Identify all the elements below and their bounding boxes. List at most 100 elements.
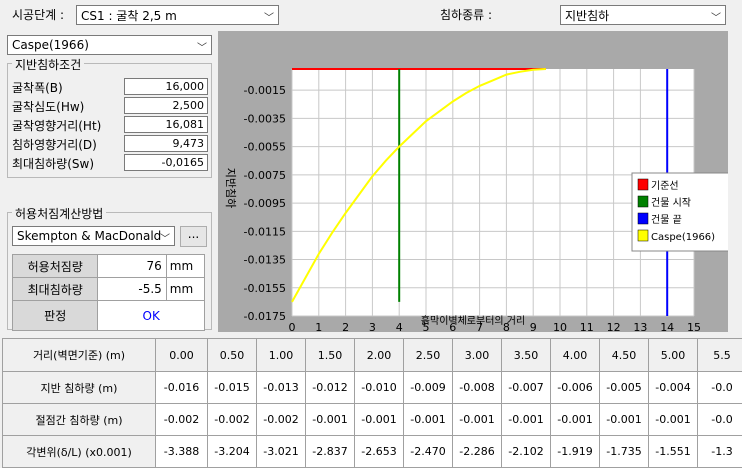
condition-label: 최대침하량(Sw) xyxy=(12,155,94,172)
y-tick-label: -0.0035 xyxy=(244,112,286,125)
allow-unit: mm xyxy=(166,255,204,278)
row-header: 지반 침하량 (m) xyxy=(3,372,156,404)
y-tick-label: -0.0135 xyxy=(244,254,286,267)
table-cell: -0.001 xyxy=(551,404,600,436)
row-header: 절점간 침하량 (m) xyxy=(3,404,156,436)
allowable-method-select[interactable]: Skempton & MacDonald ﹀ xyxy=(12,226,175,246)
table-row: 절점간 침하량 (m) -0.002 -0.002 -0.002 -0.001 … xyxy=(3,404,742,436)
allowable-title: 허용처짐계산방법 xyxy=(12,205,106,222)
chevron-down-icon: ﹀ xyxy=(711,9,721,24)
distance-cell: 4.00 xyxy=(551,339,600,372)
condition-label: 굴착폭(B) xyxy=(12,79,63,96)
table-cell: -0.001 xyxy=(306,404,355,436)
allowable-method-value: Skempton & MacDonald xyxy=(17,229,161,243)
x-tick-label: 0 xyxy=(289,321,296,332)
y-tick-label: -0.0115 xyxy=(244,225,286,238)
table-cell: -0.004 xyxy=(649,372,698,404)
distance-cell: 1.00 xyxy=(257,339,306,372)
table-cell: -0.001 xyxy=(453,404,502,436)
table-cell: -0.016 xyxy=(156,372,208,404)
method-select[interactable]: Caspe(1966) ﹀ xyxy=(7,35,212,55)
settlement-table: 거리(벽면기준) (m) 0.00 0.50 1.00 1.50 2.00 2.… xyxy=(2,338,742,468)
table-row: 지반 침하량 (m) -0.016 -0.015 -0.013 -0.012 -… xyxy=(3,372,742,404)
settle-type-select[interactable]: 지반침하 ﹀ xyxy=(560,5,726,25)
x-tick-label: 11 xyxy=(580,321,594,332)
table-cell: -0.002 xyxy=(208,404,257,436)
distance-cell: 2.00 xyxy=(355,339,404,372)
table-cell: -0.0 xyxy=(698,372,742,404)
table-cell: -0.015 xyxy=(208,372,257,404)
distance-cell: 1.50 xyxy=(306,339,355,372)
y-tick-label: -0.0095 xyxy=(244,197,286,210)
x-tick-label: 2 xyxy=(342,321,349,332)
legend-swatch xyxy=(638,179,648,190)
x-tick-label: 4 xyxy=(396,321,403,332)
settle-type-value: 지반침하 xyxy=(565,7,609,24)
method-select-value: Caspe(1966) xyxy=(12,38,89,52)
condition-value: 16,000 xyxy=(124,78,208,95)
condition-value: 16,081 xyxy=(124,116,208,133)
legend-swatch xyxy=(638,213,648,224)
x-tick-label: 10 xyxy=(553,321,567,332)
chevron-down-icon: ﹀ xyxy=(197,39,207,54)
max-settle-value: -5.5 xyxy=(98,278,166,301)
settlement-chart: -0.0015 -0.0035 -0.0055 -0.0075 -0.0095 -0.01… xyxy=(218,31,728,332)
chevron-down-icon: ﹀ xyxy=(160,230,170,245)
y-tick-label: -0.0175 xyxy=(244,310,286,323)
max-settle-label: 최대침하량 xyxy=(13,278,98,301)
conditions-title: 지반침하조건 xyxy=(12,56,84,73)
x-tick-label: 12 xyxy=(607,321,621,332)
legend-label: Caspe(1966) xyxy=(651,232,715,243)
distance-cell: 5.00 xyxy=(649,339,698,372)
legend: 기준선건물 시작건물 끝Caspe(1966) xyxy=(632,173,728,251)
max-settle-unit: mm xyxy=(166,278,204,301)
allowable-table: 허용처짐량 76 mm 최대침하량 -5.5 mm 판정 OK xyxy=(12,254,205,331)
table-cell: -0.007 xyxy=(502,372,551,404)
table-cell: -0.0 xyxy=(698,404,742,436)
y-tick-label: -0.0055 xyxy=(244,141,286,154)
x-tick-label: 14 xyxy=(660,321,674,332)
table-cell: -0.013 xyxy=(257,372,306,404)
settle-type-label: 침하종류 : xyxy=(440,6,492,23)
condition-value: 2,500 xyxy=(124,97,208,114)
table-cell: -0.001 xyxy=(502,404,551,436)
table-cell: -0.005 xyxy=(600,372,649,404)
distance-cell: 3.50 xyxy=(502,339,551,372)
condition-label: 굴착영향거리(Ht) xyxy=(12,117,101,134)
stage-select-value: CS1 : 굴착 2,5 m xyxy=(81,7,177,24)
table-cell: -0.012 xyxy=(306,372,355,404)
legend-label: 기준선 xyxy=(651,180,679,192)
y-axis-label: 지반침하 xyxy=(224,168,238,208)
stage-label: 시공단계 : xyxy=(12,6,64,23)
stage-select[interactable]: CS1 : 굴착 2,5 m ﹀ xyxy=(76,5,279,25)
method-options-button[interactable]: ... xyxy=(180,226,207,247)
distance-cell: 0.50 xyxy=(208,339,257,372)
judge-label: 판정 xyxy=(13,301,98,331)
y-tick-label: -0.0015 xyxy=(244,84,286,97)
condition-label: 침하영향거리(D) xyxy=(12,136,97,153)
x-tick-label: 3 xyxy=(369,321,376,332)
distance-cell: 5.5 xyxy=(698,339,742,372)
chevron-down-icon: ﹀ xyxy=(264,9,274,24)
condition-value: -0,0165 xyxy=(124,154,208,171)
table-cell: -0.002 xyxy=(156,404,208,436)
table-cell: -0.008 xyxy=(453,372,502,404)
x-axis-label: 흙막이벽체로부터의 거리 xyxy=(421,314,525,327)
y-tick-label: -0.0155 xyxy=(244,282,286,295)
x-tick-label: 15 xyxy=(687,321,701,332)
allow-value: 76 xyxy=(98,255,166,278)
x-tick-label: 1 xyxy=(315,321,322,332)
table-cell: -0.006 xyxy=(551,372,600,404)
y-tick-labels: -0.0015 -0.0035 -0.0055 -0.0075 -0.0095 -0.01… xyxy=(244,84,286,323)
allow-label: 허용처짐량 xyxy=(13,255,98,278)
distance-cell: 0.00 xyxy=(156,339,208,372)
table-cell: -0.001 xyxy=(649,404,698,436)
table-header-row: 거리(벽면기준) (m) 0.00 0.50 1.00 1.50 2.00 2.… xyxy=(3,339,742,372)
distance-header: 거리(벽면기준) (m) xyxy=(3,339,156,372)
legend-label: 건물 끝 xyxy=(651,214,682,226)
legend-swatch xyxy=(638,196,648,207)
y-tick-label: -0.0075 xyxy=(244,169,286,182)
distance-cell: 2.50 xyxy=(404,339,453,372)
legend-swatch xyxy=(638,230,648,241)
table-cell: -0.009 xyxy=(404,372,453,404)
